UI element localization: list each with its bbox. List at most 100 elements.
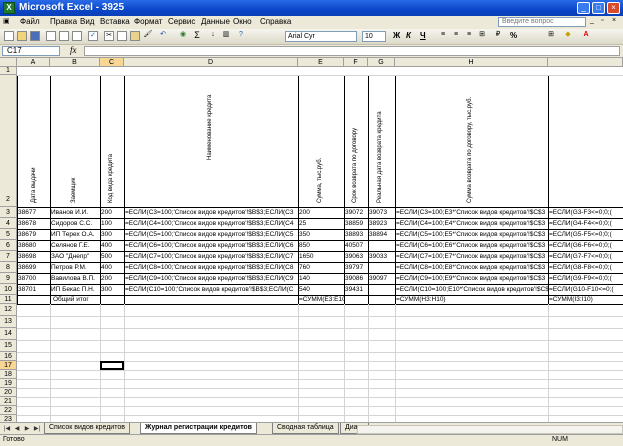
autosum-icon[interactable]: Σ — [192, 31, 202, 41]
row-header-23[interactable]: 23 — [0, 415, 17, 422]
permission-icon[interactable] — [46, 31, 56, 41]
table-cell[interactable]: 38701 — [18, 286, 50, 294]
align-right-icon[interactable]: ≡ — [464, 31, 474, 41]
table-cell[interactable]: 300 — [101, 286, 124, 294]
table-cell[interactable]: 140 — [299, 275, 344, 283]
row-header-17[interactable]: 17 — [0, 361, 17, 370]
row-header-13[interactable]: 13 — [0, 316, 17, 328]
table-cell[interactable]: 400 — [101, 242, 124, 250]
table-cell[interactable]: 38859 — [345, 220, 368, 228]
chart-wizard-icon[interactable]: ▥ — [221, 31, 231, 41]
row-header-7[interactable]: 7 — [0, 251, 17, 262]
table-cell[interactable]: 38893 — [345, 231, 368, 239]
row-header-4[interactable]: 4 — [0, 218, 17, 229]
row-header-5[interactable]: 5 — [0, 229, 17, 240]
menu-data[interactable]: Данные — [201, 17, 230, 26]
row-header-9[interactable]: 9 — [0, 273, 17, 284]
table-cell[interactable]: =ЕСЛИ(C8=100;E8*'Список видов кредитов'!… — [396, 264, 548, 272]
row-header-18[interactable]: 18 — [0, 370, 17, 379]
sheet-tab-credit-types[interactable]: Список видов кредитов — [44, 423, 130, 434]
table-cell[interactable]: ИП Бекас П.Н. — [51, 286, 100, 294]
table-cell[interactable]: 38679 — [18, 231, 50, 239]
row-header-2[interactable]: 2 — [0, 75, 17, 207]
font-color-icon[interactable]: A — [581, 31, 591, 41]
prev-sheet-icon[interactable]: ◀ — [13, 425, 21, 433]
table-cell[interactable]: ИП Терех О.А. — [51, 231, 100, 239]
format-painter-icon[interactable]: 🖌 — [143, 31, 153, 41]
bold-button[interactable]: Ж — [393, 31, 400, 40]
table-cell[interactable]: 39072 — [345, 209, 368, 217]
row-header-19[interactable]: 19 — [0, 379, 17, 388]
column-header-g[interactable]: G — [368, 58, 395, 67]
table-cell[interactable]: Вавилова В.П. — [51, 275, 100, 283]
table-cell[interactable]: Петров Р.М. — [51, 264, 100, 272]
undo-icon[interactable]: ↶ — [158, 31, 168, 41]
table-cell[interactable]: 39431 — [345, 286, 368, 294]
last-sheet-icon[interactable]: ▶| — [33, 425, 41, 433]
sheet-tab-pivot[interactable]: Сводная таблица — [272, 423, 339, 434]
column-header-e[interactable]: E — [298, 58, 344, 67]
table-cell[interactable]: =ЕСЛИ(G5-F5<=0;0;( — [549, 231, 623, 239]
table-cell[interactable]: 38700 — [18, 275, 50, 283]
selected-cell-c17[interactable] — [100, 361, 124, 370]
first-sheet-icon[interactable]: |◀ — [3, 425, 11, 433]
table-cell[interactable]: 40507 — [345, 242, 368, 250]
row-header-3[interactable]: 3 — [0, 207, 17, 218]
row-header-22[interactable]: 22 — [0, 406, 17, 415]
table-cell[interactable]: 100 — [101, 220, 124, 228]
table-cell[interactable]: =ЕСЛИ(C10=100;E10*'Список видов кредитов… — [396, 286, 548, 294]
paste-icon[interactable] — [130, 31, 140, 41]
table-cell[interactable]: 38699 — [18, 264, 50, 272]
table-cell[interactable]: 38894 — [369, 231, 395, 239]
name-box[interactable]: C17 — [2, 46, 60, 56]
percent-button[interactable]: % — [510, 31, 517, 40]
menu-help[interactable]: Справка — [260, 17, 291, 26]
hyperlink-icon[interactable]: ◉ — [178, 31, 188, 41]
table-cell[interactable]: 400 — [101, 264, 124, 272]
table-cell[interactable]: =ЕСЛИ(C10=100;'Список видов кредитов'!$B… — [125, 286, 298, 294]
next-sheet-icon[interactable]: ▶ — [23, 425, 31, 433]
table-cell[interactable]: 540 — [299, 286, 344, 294]
table-cell[interactable]: 350 — [299, 231, 344, 239]
column-header-c[interactable]: C — [100, 58, 124, 67]
open-icon[interactable] — [17, 31, 27, 41]
table-cell[interactable]: =ЕСЛИ(C3=100;'Список видов кредитов'!$B$… — [125, 209, 298, 217]
cut-icon[interactable]: ✂ — [104, 31, 114, 41]
align-left-icon[interactable]: ≡ — [438, 31, 448, 41]
column-header-b[interactable]: B — [50, 58, 100, 67]
table-cell[interactable]: =ЕСЛИ(C9=100;E9*'Список видов кредитов'!… — [396, 275, 548, 283]
table-cell[interactable]: 39086 — [345, 275, 368, 283]
table-cell[interactable]: 39797 — [345, 264, 368, 272]
worksheet-grid[interactable]: A B C D E F G H 1 2 3 4 5 6 7 8 9 10 11 … — [0, 58, 623, 422]
table-cell[interactable]: =ЕСЛИ(C8=100;'Список видов кредитов'!$B$… — [125, 264, 298, 272]
fx-icon[interactable]: fx — [70, 45, 77, 55]
table-cell[interactable]: =ЕСЛИ(C6=100;E6*'Список видов кредитов'!… — [396, 242, 548, 250]
table-cell[interactable]: =ЕСЛИ(C5=100;'Список видов кредитов'!$B$… — [125, 231, 298, 239]
table-cell[interactable]: =ЕСЛИ(C5=100;E5*'Список видов кредитов'!… — [396, 231, 548, 239]
menu-view[interactable]: Вид — [80, 17, 94, 26]
table-cell[interactable]: =ЕСЛИ(C6=100;'Список видов кредитов'!$B$… — [125, 242, 298, 250]
spelling-icon[interactable]: ✓ — [88, 31, 98, 41]
print-icon[interactable] — [59, 31, 69, 41]
table-cell[interactable]: =ЕСЛИ(C9=100;'Список видов кредитов'!$B$… — [125, 275, 298, 283]
table-cell[interactable]: 38678 — [18, 220, 50, 228]
menu-edit[interactable]: Правка — [50, 17, 77, 26]
italic-button[interactable]: К — [406, 31, 411, 40]
excel-icon[interactable]: X — [3, 2, 15, 14]
save-icon[interactable] — [30, 31, 40, 41]
row-header-20[interactable]: 20 — [0, 388, 17, 397]
table-cell[interactable]: =ЕСЛИ(G3-F3<=0;0;( — [549, 209, 623, 217]
font-size-select[interactable]: 10 — [362, 31, 386, 42]
table-cell[interactable]: =ЕСЛИ(G7-F7<=0;0;( — [549, 253, 623, 261]
table-cell[interactable]: 25 — [299, 220, 344, 228]
table-cell[interactable]: Селянов Г.Е. — [51, 242, 100, 250]
column-header-a[interactable]: A — [17, 58, 50, 67]
fill-color-icon[interactable]: ◆ — [563, 31, 573, 41]
table-cell[interactable]: 850 — [299, 242, 344, 250]
table-cell[interactable]: =ЕСЛИ(G6-F6<=0;0;( — [549, 242, 623, 250]
table-cell[interactable]: 39097 — [369, 275, 395, 283]
preview-icon[interactable] — [72, 31, 82, 41]
column-header-h[interactable]: H — [395, 58, 548, 67]
table-cell[interactable]: =ЕСЛИ(C3=100;E3*'Список видов кредитов'!… — [396, 209, 548, 217]
align-center-icon[interactable]: ≡ — [451, 31, 461, 41]
